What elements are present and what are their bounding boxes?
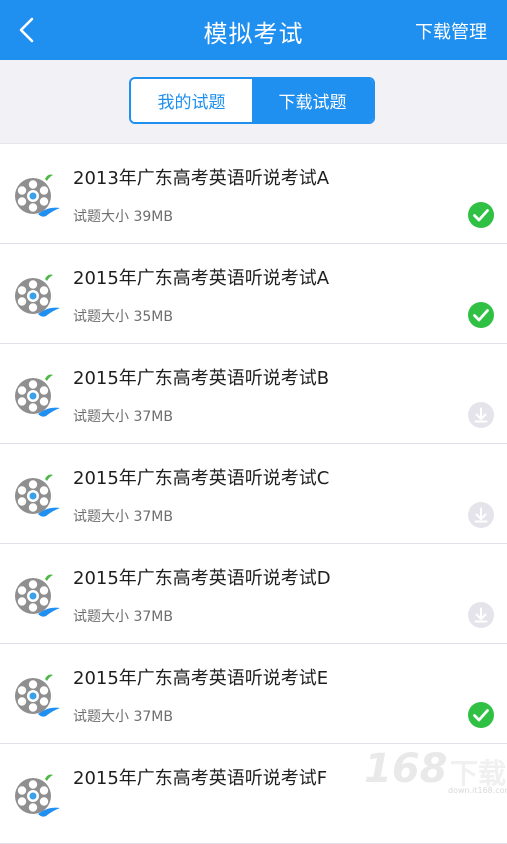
film-reel-icon: [12, 372, 62, 420]
film-reel-icon: [12, 472, 62, 520]
segmented-control: 我的试题 下载试题: [129, 77, 375, 124]
film-reel-icon: [12, 672, 62, 720]
exam-title: 2015年广东高考英语听说考试E: [73, 668, 329, 689]
download-icon[interactable]: [467, 601, 495, 629]
exam-size: 试题大小 37MB: [73, 509, 173, 525]
exam-title: 2015年广东高考英语听说考试B: [73, 368, 330, 389]
exam-list-item[interactable]: 2015年广东高考英语听说考试B 试题大小 37MB: [0, 344, 507, 444]
watermark-url: down.it168.com: [448, 786, 507, 795]
downloaded-check-icon: [467, 201, 495, 229]
downloaded-check-icon: [467, 701, 495, 729]
exam-title: 2013年广东高考英语听说考试A: [73, 168, 330, 189]
exam-size: 试题大小 39MB: [73, 209, 173, 225]
exam-list-item[interactable]: 2015年广东高考英语听说考试C 试题大小 37MB: [0, 444, 507, 544]
exam-list-item[interactable]: 2015年广东高考英语听说考试D 试题大小 37MB: [0, 544, 507, 644]
exam-list-item[interactable]: 2015年广东高考英语听说考试A 试题大小 35MB: [0, 244, 507, 344]
exam-title: 2015年广东高考英语听说考试F: [73, 768, 328, 789]
exam-title: 2015年广东高考英语听说考试A: [73, 268, 330, 289]
exam-list-item[interactable]: 2015年广东高考英语听说考试E 试题大小 37MB: [0, 644, 507, 744]
exam-list-item[interactable]: 2013年广东高考英语听说考试A 试题大小 39MB: [0, 144, 507, 244]
exam-size: 试题大小 35MB: [73, 309, 173, 325]
film-reel-icon: [12, 772, 62, 820]
exam-size: 试题大小 37MB: [73, 609, 173, 625]
downloaded-check-icon: [467, 301, 495, 329]
exam-size: 试题大小 37MB: [73, 409, 173, 425]
download-icon[interactable]: [467, 501, 495, 529]
tab-my-exams[interactable]: 我的试题: [131, 79, 252, 122]
film-reel-icon: [12, 272, 62, 320]
exam-title: 2015年广东高考英语听说考试D: [73, 568, 331, 589]
download-icon[interactable]: [467, 401, 495, 429]
exam-size: 试题大小 37MB: [73, 709, 173, 725]
film-reel-icon: [12, 172, 62, 220]
exam-list: 2013年广东高考英语听说考试A 试题大小 39MB 2015年广东高考英语听说考…: [0, 143, 507, 844]
exam-title: 2015年广东高考英语听说考试C: [73, 468, 330, 489]
top-bar: 模拟考试 下载管理: [0, 0, 507, 60]
tab-bar: 我的试题 下载试题: [0, 60, 507, 143]
watermark-logo: 168 下载 down.it168.com: [364, 746, 507, 800]
tab-download-exams[interactable]: 下载试题: [252, 79, 373, 122]
film-reel-icon: [12, 572, 62, 620]
download-manage-button[interactable]: 下载管理: [415, 18, 487, 44]
watermark-number: 168: [364, 746, 448, 792]
